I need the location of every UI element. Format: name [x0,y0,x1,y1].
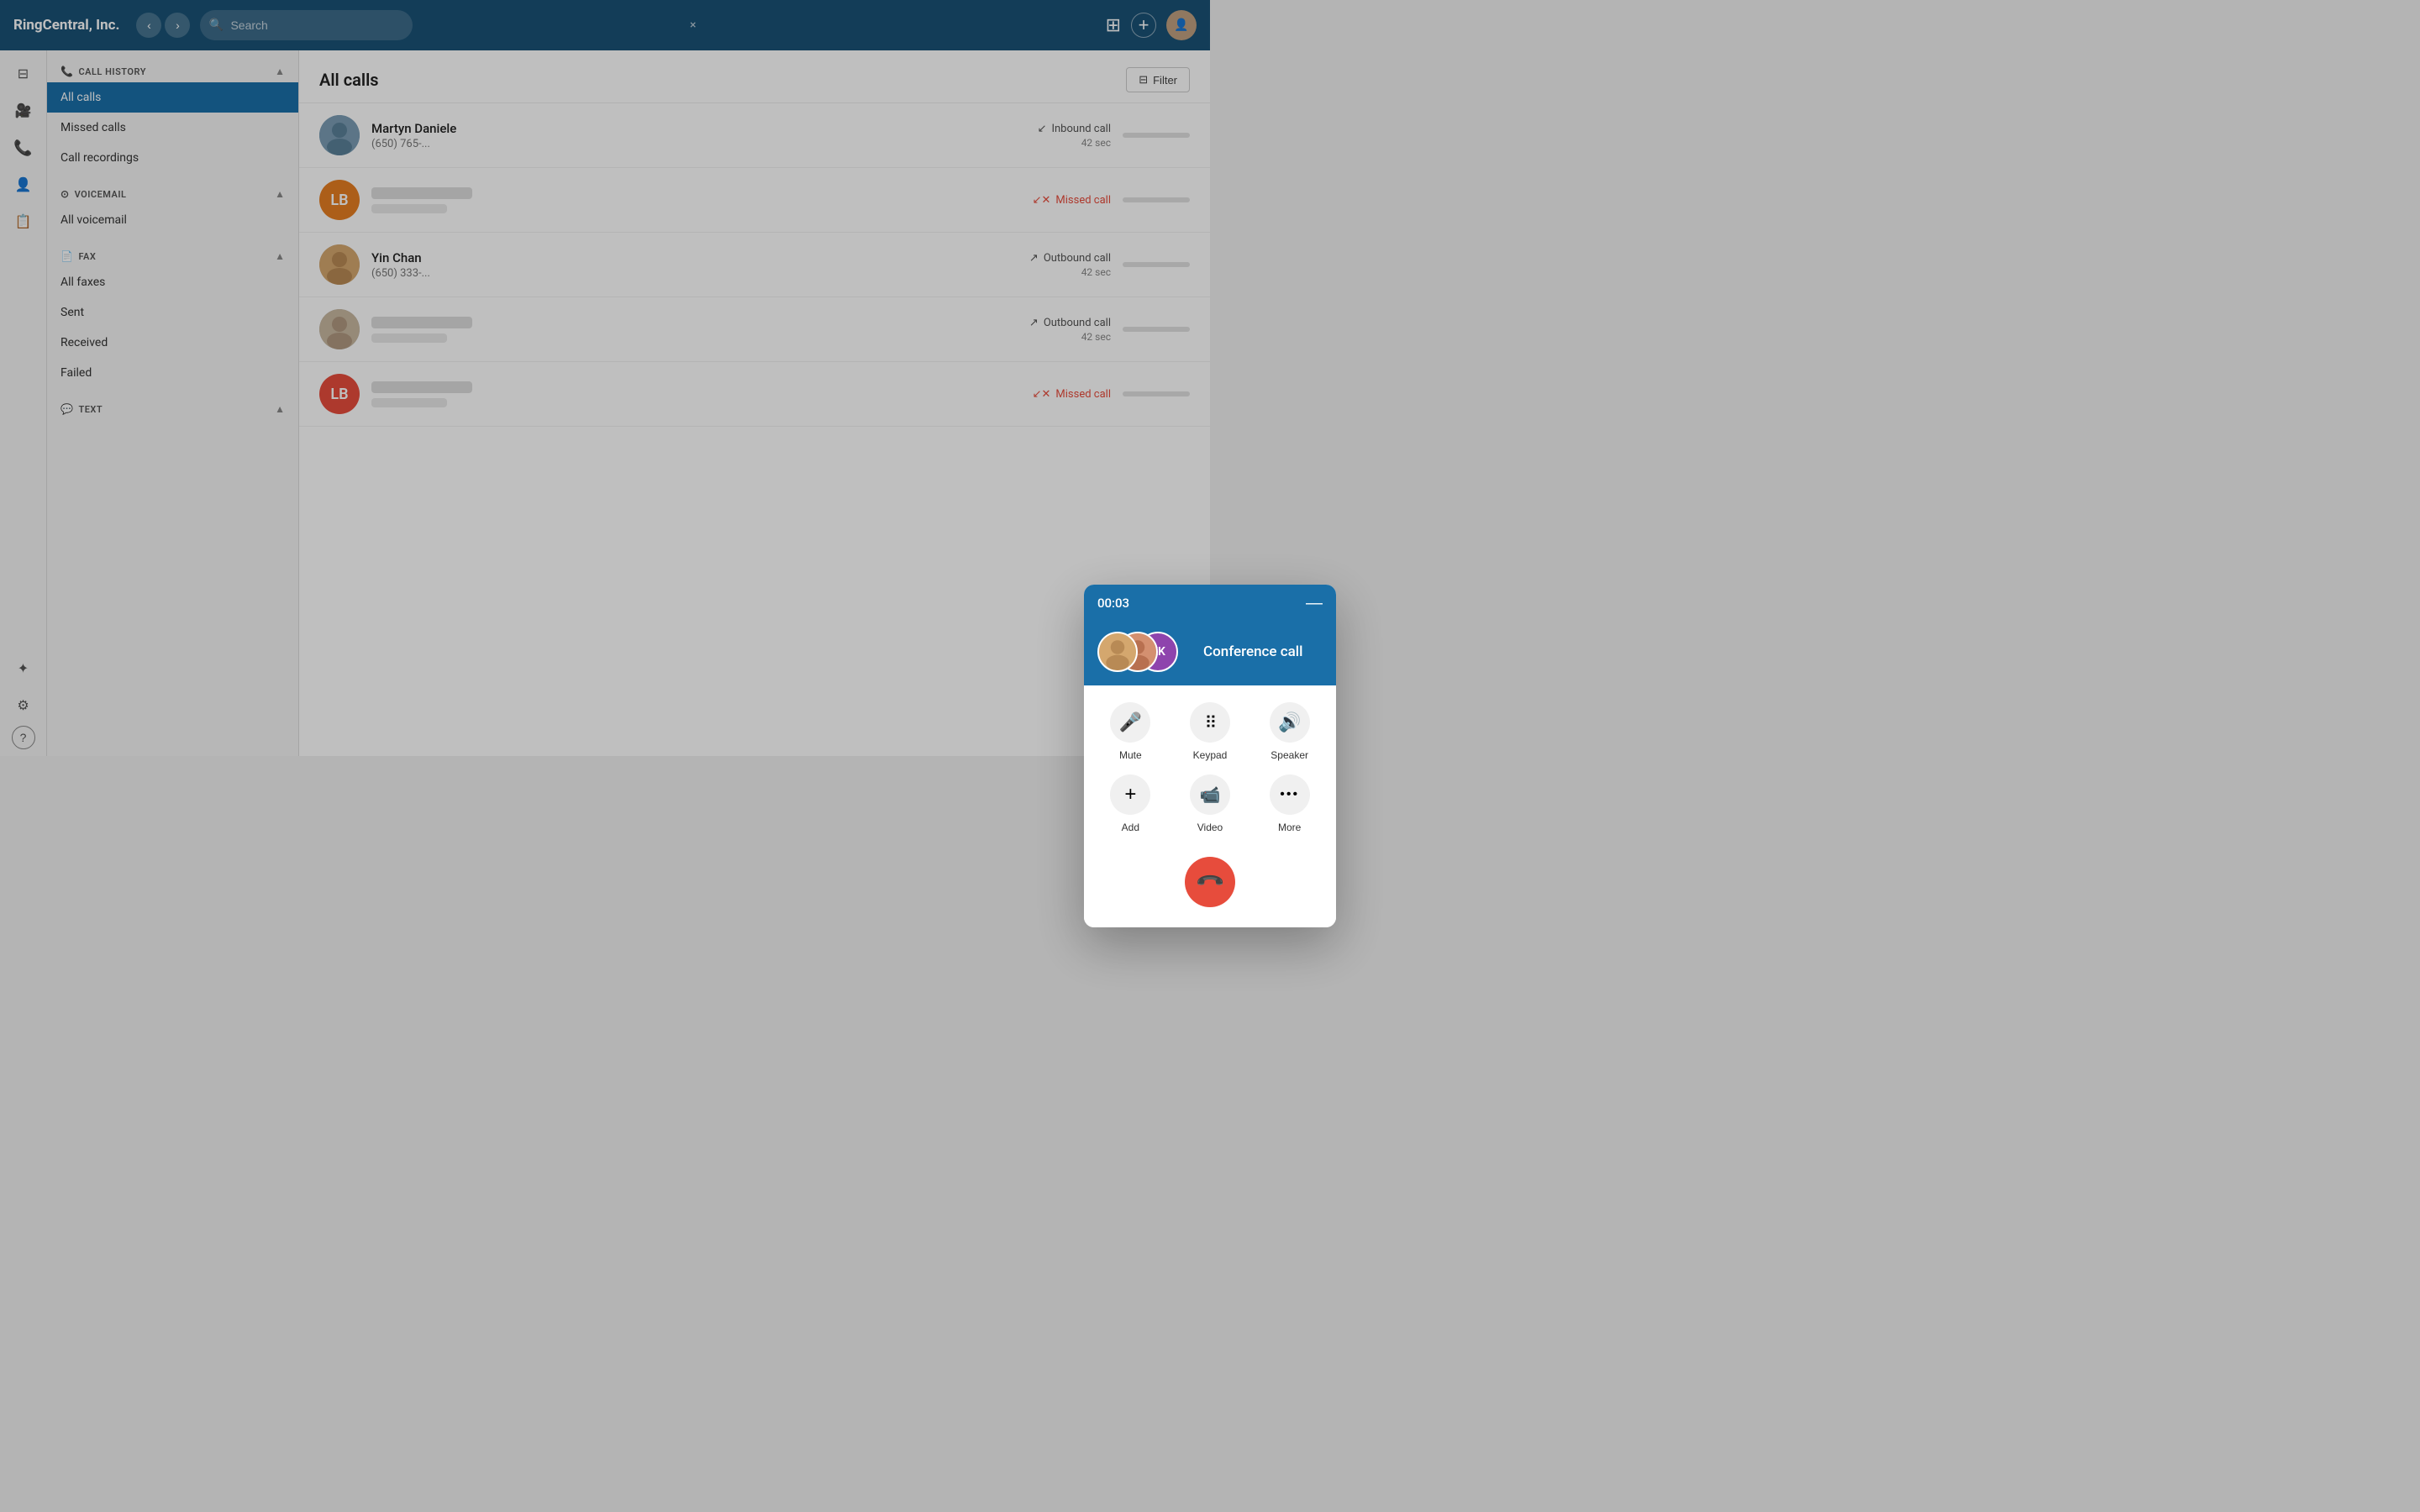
speaker-button[interactable]: 🔊 Speaker [1256,702,1323,761]
add-icon: + [1110,774,1150,815]
conf-avatar-1 [1097,632,1138,672]
modal-overlay: 00:03 — [0,0,2420,1512]
call-end-wrap: 📞 [1097,850,1323,911]
conference-avatars: KK [1097,632,1178,672]
mute-icon: 🎤 [1110,702,1150,743]
call-timer: 00:03 [1097,596,1129,611]
more-label: More [1278,822,1301,833]
video-button[interactable]: 📹 Video [1177,774,1244,833]
speaker-label: Speaker [1270,749,1308,761]
keypad-icon: ⠿ [1190,702,1230,743]
video-icon: 📹 [1190,774,1230,815]
add-label: Add [1122,822,1139,833]
call-conference-label: Conference call [1203,643,1302,660]
end-call-button[interactable]: 📞 [1175,847,1246,918]
keypad-label: Keypad [1193,749,1228,761]
mute-button[interactable]: 🎤 Mute [1097,702,1164,761]
speaker-icon: 🔊 [1270,702,1310,743]
keypad-button[interactable]: ⠿ Keypad [1177,702,1244,761]
call-modal-body: 🎤 Mute ⠿ Keypad 🔊 Speaker + Add [1084,685,1336,927]
call-modal: 00:03 — [1084,585,1336,927]
call-modal-header: 00:03 — [1084,585,1336,622]
call-controls-grid: 🎤 Mute ⠿ Keypad 🔊 Speaker + Add [1097,702,1323,833]
minimize-button[interactable]: — [1306,595,1323,612]
call-modal-avatars: KK Conference call [1084,622,1336,685]
more-button[interactable]: ••• More [1256,774,1323,833]
video-label: Video [1197,822,1223,833]
add-button[interactable]: + Add [1097,774,1164,833]
more-icon: ••• [1270,774,1310,815]
mute-label: Mute [1119,749,1142,761]
